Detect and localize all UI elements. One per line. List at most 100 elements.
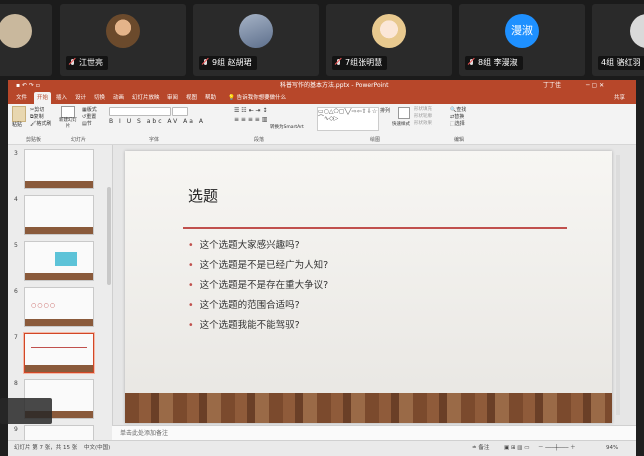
slide-thumbnail[interactable] <box>24 195 94 235</box>
tab-animations[interactable]: 动画 <box>113 92 124 104</box>
thumbnail-number: 6 <box>14 288 18 295</box>
participant-tile[interactable]: 9组 赵胡珺 <box>193 4 319 76</box>
convert-smartart-button[interactable]: 转换为SmartArt <box>270 124 304 130</box>
participant-label: 8组 李漫淑 <box>465 56 523 70</box>
participant-label: 江世亮 <box>66 56 108 70</box>
thumbnail-number: 5 <box>14 242 18 249</box>
quick-styles-button[interactable]: 快速样式 <box>392 121 410 127</box>
shapes-gallery[interactable]: ▭○△⬠▢╲╱⇨⇦⇧⇩☆{}⌒∿◇▷ <box>317 107 379 131</box>
share-button[interactable]: 共享 <box>614 92 625 104</box>
participant-avatar <box>372 14 406 48</box>
thumbnail-number: 9 <box>14 426 18 433</box>
thumbnail-number: 8 <box>14 380 18 387</box>
participant-label: 4组 骆红羽 <box>598 56 644 70</box>
bullet-item[interactable]: • 这个选题大家感兴趣吗? <box>188 237 300 251</box>
new-slide-button[interactable]: 新建幻灯片 <box>57 118 79 130</box>
bullet-item[interactable]: • 这个选题的范围合适吗? <box>188 297 300 311</box>
quick-styles-icon <box>398 107 410 119</box>
group-paragraph-label: 段落 <box>254 137 265 143</box>
mic-muted-icon <box>468 58 475 68</box>
bullet-item[interactable]: • 这个选题我能不能驾驭? <box>188 317 300 331</box>
window-title: 科普写作的基本方法.pptx - PowerPoint <box>280 82 389 89</box>
participant-strip: 江世亮 9组 赵胡珺 7组张明慧 漫淑 8组 李漫淑 4组 骆红羽 <box>0 0 644 80</box>
slide-thumbnail[interactable] <box>24 241 94 281</box>
slide-thumbnail-selected[interactable] <box>24 333 94 373</box>
participant-avatar <box>630 14 644 48</box>
ribbon-tabs: 文件 开始 插入 设计 切换 动画 幻灯片放映 审阅 视图 帮助 💡 告诉我你想… <box>8 92 636 104</box>
participant-avatar <box>0 14 32 48</box>
slide-title[interactable]: 选题 <box>188 185 218 206</box>
slide-thumbnail[interactable]: ○○○○ <box>24 287 94 327</box>
participant-avatar <box>106 14 140 48</box>
zoom-level[interactable]: 94% <box>606 441 618 455</box>
notes-pane[interactable]: 单击此处添加备注 <box>112 425 636 441</box>
quick-access-toolbar[interactable]: ▪ ↶ ↷ ▫ <box>16 80 40 92</box>
section-button[interactable]: ▤节 <box>82 120 92 127</box>
arrange-button[interactable]: 排列 <box>380 107 390 114</box>
mic-muted-icon <box>69 58 76 68</box>
font-format-buttons[interactable]: B I U S abc AV Aa A <box>109 118 205 125</box>
participant-tile[interactable] <box>0 4 52 76</box>
tab-home[interactable]: 开始 <box>34 92 52 104</box>
reset-button[interactable]: ↺重置 <box>82 113 96 120</box>
participant-tile[interactable]: 7组张明慧 <box>326 4 452 76</box>
group-clipboard-label: 剪贴板 <box>26 137 42 143</box>
user-name[interactable]: 丁丁佳 <box>543 80 561 92</box>
language-indicator[interactable]: 中文(中国) <box>84 441 110 455</box>
participant-label: 9组 赵胡珺 <box>199 56 257 70</box>
select-button[interactable]: ⬚选择 <box>450 120 465 127</box>
powerpoint-window: ▪ ↶ ↷ ▫ 科普写作的基本方法.pptx - PowerPoint 丁丁佳 … <box>8 80 636 456</box>
slide-thumbnail[interactable] <box>24 149 94 189</box>
align-buttons[interactable]: ≡ ≡ ≡ ≡ ▥ <box>234 116 267 123</box>
cut-button[interactable]: ✂剪切 <box>30 106 44 113</box>
title-bar: ▪ ↶ ↷ ▫ 科普写作的基本方法.pptx - PowerPoint 丁丁佳 … <box>8 80 636 92</box>
participant-tile[interactable]: 江世亮 <box>60 4 186 76</box>
format-painter-button[interactable]: 🖌格式刷 <box>30 120 51 127</box>
editor-workspace: 3 4 5 6 ○○○○ 7 8 9 选题 • 这个选题大家感兴趣吗? • 这个选题… <box>8 145 636 456</box>
zoom-slider[interactable]: － ───┼─── ＋ <box>538 441 576 455</box>
tab-transitions[interactable]: 切换 <box>94 92 105 104</box>
group-drawing-label: 绘图 <box>370 137 381 143</box>
tab-slideshow[interactable]: 幻灯片放映 <box>132 92 160 104</box>
layout-button[interactable]: ▦版式 <box>82 106 97 113</box>
tab-insert[interactable]: 插入 <box>56 92 67 104</box>
tab-view[interactable]: 视图 <box>186 92 197 104</box>
paste-button[interactable]: 粘贴 <box>12 121 22 128</box>
replace-button[interactable]: ⇄替换 <box>450 113 464 120</box>
paste-icon <box>12 106 26 122</box>
slide-scrollbar[interactable] <box>616 155 620 415</box>
participant-tile[interactable]: 漫淑 8组 李漫淑 <box>459 4 585 76</box>
title-underline <box>183 227 567 229</box>
participant-label: 7组张明慧 <box>332 56 388 70</box>
mic-muted-icon <box>202 58 209 68</box>
video-overlay <box>0 398 52 424</box>
tab-help[interactable]: 帮助 <box>205 92 216 104</box>
font-name-dropdown[interactable] <box>109 107 171 116</box>
shape-outline-button[interactable]: 形状轮廓 <box>414 113 432 119</box>
ribbon: 粘贴 ✂剪切 ⧉复制 🖌格式刷 剪贴板 新建幻灯片 ▦版式 ↺重置 ▤节 幻灯片… <box>8 104 636 145</box>
wood-floor-decoration <box>125 393 612 423</box>
slide-thumbnail-pane: 3 4 5 6 ○○○○ 7 8 9 <box>8 145 113 456</box>
shape-fill-button[interactable]: 形状填充 <box>414 106 432 112</box>
mic-muted-icon <box>335 58 342 68</box>
tab-file[interactable]: 文件 <box>16 92 27 104</box>
find-button[interactable]: 🔍查找 <box>450 106 466 113</box>
tell-me-box[interactable]: 💡 告诉我你想要做什么 <box>228 92 286 104</box>
tab-design[interactable]: 设计 <box>75 92 86 104</box>
bullet-item[interactable]: • 这个选题是不是存在重大争议? <box>188 277 328 291</box>
font-size-dropdown[interactable] <box>172 107 188 116</box>
tab-review[interactable]: 审阅 <box>167 92 178 104</box>
participant-tile[interactable]: 4组 骆红羽 <box>592 4 644 76</box>
slide-canvas[interactable]: 选题 • 这个选题大家感兴趣吗? • 这个选题是不是已经广为人知? • 这个选题是不是… <box>125 151 612 423</box>
thumbnail-number: 4 <box>14 196 18 203</box>
view-buttons[interactable]: ▣ ⊞ ▥ ▭ <box>504 441 529 455</box>
thumbnail-number: 7 <box>14 334 18 341</box>
list-buttons[interactable]: ☰ ☷ ⇤ ⇥ ↕ <box>234 107 267 114</box>
copy-button[interactable]: ⧉复制 <box>30 113 44 120</box>
bullet-item[interactable]: • 这个选题是不是已经广为人知? <box>188 257 328 271</box>
notes-toggle[interactable]: ≐ 备注 <box>472 441 489 455</box>
thumbnail-scrollbar[interactable] <box>107 187 111 285</box>
group-editing-label: 编辑 <box>454 137 465 143</box>
shape-effects-button[interactable]: 形状效果 <box>414 120 432 126</box>
window-controls[interactable]: ─ ▢ ✕ <box>586 80 604 92</box>
